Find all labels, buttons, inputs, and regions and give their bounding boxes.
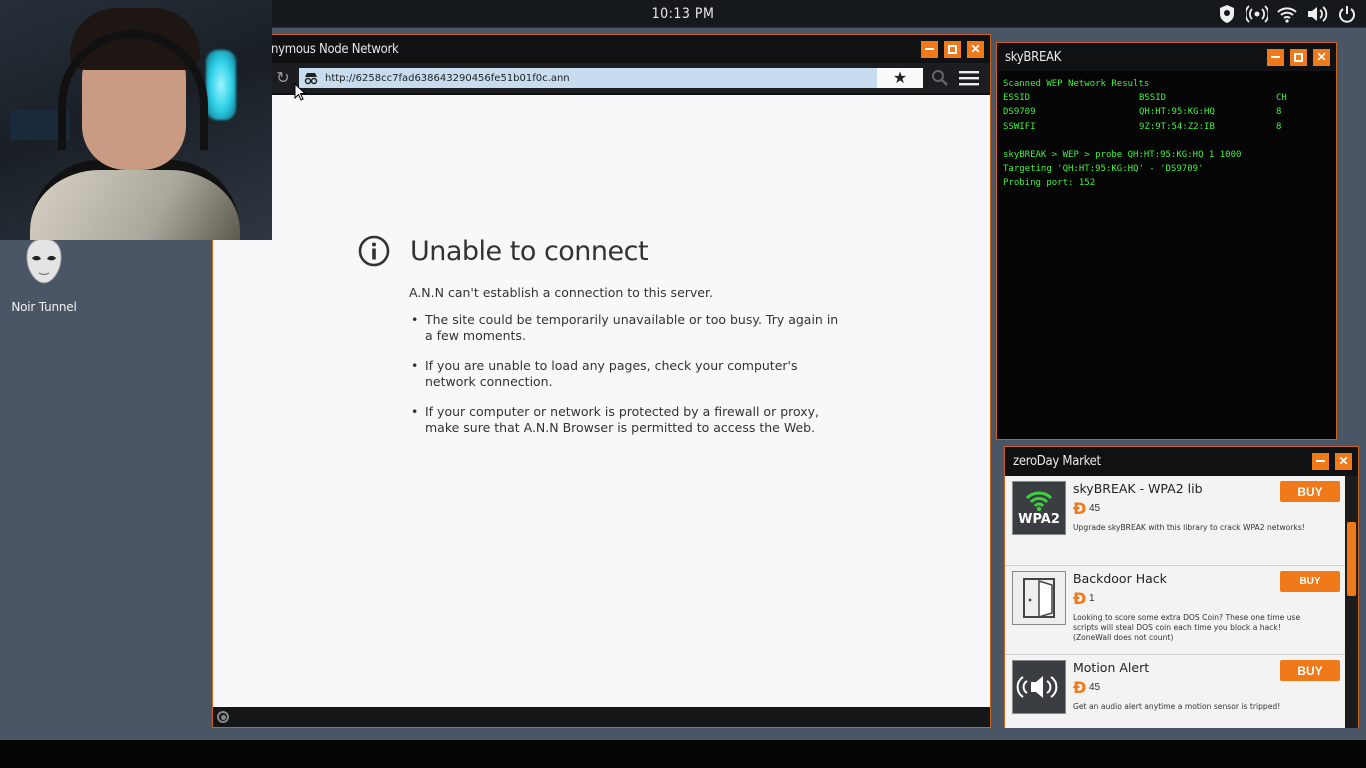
door-icon xyxy=(1012,570,1066,625)
system-tray xyxy=(1216,3,1358,25)
power-icon[interactable] xyxy=(1336,3,1358,25)
dos-coin-icon: Ð xyxy=(1073,499,1087,518)
error-bullet: If you are unable to load any pages, che… xyxy=(409,358,849,389)
item-icon-text: WPA2 xyxy=(1018,511,1060,527)
market-item: Motion Alert Ð 45 Get an audio alert anyt… xyxy=(1005,655,1346,728)
row-ch: 8 xyxy=(1276,107,1282,118)
error-list: The site could be temporarily unavailabl… xyxy=(409,312,858,435)
maximize-button[interactable] xyxy=(1290,48,1307,66)
skybreak-title: skyBREAK xyxy=(1005,49,1062,65)
speaker-icon xyxy=(1012,660,1066,714)
close-button[interactable]: ✕ xyxy=(1313,48,1330,66)
dos-coin-icon: Ð xyxy=(1073,588,1087,608)
mouse-cursor-icon xyxy=(294,83,306,101)
dos-coin-icon: Ð xyxy=(1073,678,1087,697)
error-title: Unable to connect xyxy=(410,235,649,267)
minimize-icon xyxy=(925,48,934,50)
close-icon: ✕ xyxy=(1338,454,1349,468)
close-button[interactable]: ✕ xyxy=(1335,452,1352,470)
market-item: Backdoor Hack Ð1 Looking to score some e… xyxy=(1005,566,1346,655)
close-button[interactable]: ✕ xyxy=(967,40,984,58)
terminal-row: DS9709 QH:HT:95:KG:HQ 8 xyxy=(1003,105,1330,119)
row-essid: DS9709 xyxy=(1003,107,1036,118)
minimize-icon xyxy=(1271,56,1280,58)
volume-icon[interactable] xyxy=(1306,3,1328,25)
minimize-button[interactable] xyxy=(921,40,938,58)
zeroday-market-window: zeroDay Market ✕ WPA2 skyBREAK - WPA2 li… xyxy=(1004,446,1359,728)
reload-icon: ↻ xyxy=(276,70,290,87)
bookmark-button[interactable]: ★ xyxy=(877,68,923,88)
browser-statusbar xyxy=(213,707,990,727)
item-price: 1 xyxy=(1089,592,1095,604)
close-icon: ✕ xyxy=(970,42,981,56)
terminal-line: Targeting 'QH:HT:95:KG:HQ' - 'DS9709' xyxy=(1003,164,1204,175)
url-text: http://6258cc7fad638643290456fe51b01f0c.… xyxy=(325,72,570,84)
item-price: 45 xyxy=(1089,682,1101,693)
webcam-overlay xyxy=(0,0,272,240)
url-input[interactable]: http://6258cc7fad638643290456fe51b01f0c.… xyxy=(299,68,877,88)
browser-titlebar[interactable]: nymous Node Network ✕ xyxy=(213,35,990,63)
error-panel: Unable to connect A.N.N can't establish … xyxy=(358,235,858,450)
info-icon xyxy=(358,235,390,267)
browser-window: nymous Node Network ✕ ↻ http://6258cc7fa… xyxy=(212,34,991,728)
close-icon: ✕ xyxy=(1316,50,1327,64)
search-icon[interactable] xyxy=(931,69,949,87)
address-bar: ↻ http://6258cc7fad638643290456fe51b01f0… xyxy=(213,63,990,93)
col-bssid: BSSID xyxy=(1139,93,1167,104)
market-titlebar[interactable]: zeroDay Market ✕ xyxy=(1005,447,1358,475)
maximize-button[interactable] xyxy=(944,40,961,58)
desktop-icon-label: Noir Tunnel xyxy=(11,300,77,314)
terminal-output[interactable]: Scanned WEP Network Results ESSID BSSID … xyxy=(997,71,1336,196)
skybreak-window: skyBREAK ✕ Scanned WEP Network Results E… xyxy=(996,42,1337,440)
status-indicator-icon xyxy=(217,711,229,723)
desktop-icon-noir-tunnel[interactable]: Noir Tunnel xyxy=(8,238,80,314)
item-description: Get an audio alert anytime a motion sens… xyxy=(1073,702,1281,711)
minimize-icon xyxy=(1316,460,1325,462)
buy-button[interactable]: BUY xyxy=(1280,570,1340,592)
row-essid: SSWIFI xyxy=(1003,121,1036,132)
error-lead: A.N.N can't establish a connection to th… xyxy=(409,285,713,300)
col-ch: CH xyxy=(1276,93,1287,104)
terminal-columns: ESSID BSSID CH xyxy=(1003,91,1330,105)
scroll-thumb[interactable] xyxy=(1347,522,1356,596)
minimize-button[interactable] xyxy=(1267,48,1284,66)
buy-button[interactable]: BUY xyxy=(1280,481,1340,502)
browser-page: Unable to connect A.N.N can't establish … xyxy=(213,95,990,707)
bottom-strip xyxy=(0,740,1366,768)
col-essid: ESSID xyxy=(1003,93,1031,104)
skybreak-titlebar[interactable]: skyBREAK ✕ xyxy=(997,43,1336,71)
market-title: zeroDay Market xyxy=(1013,453,1101,469)
mask-icon xyxy=(25,238,63,284)
error-bullet: If your computer or network is protected… xyxy=(409,404,849,435)
row-ch: 8 xyxy=(1276,121,1282,132)
browser-title: nymous Node Network xyxy=(271,41,399,57)
item-description: Looking to score some extra DOS Coin? Th… xyxy=(1073,612,1301,642)
item-description: Upgrade skyBREAK with this library to cr… xyxy=(1073,523,1305,532)
item-price: 45 xyxy=(1089,503,1101,514)
wpa2-wifi-icon: WPA2 xyxy=(1012,481,1066,535)
row-bssid: QH:HT:95:KG:HQ xyxy=(1139,107,1215,118)
wifi-icon[interactable] xyxy=(1276,3,1298,25)
buy-button[interactable]: BUY xyxy=(1280,660,1340,681)
row-bssid: 9Z:9T:54:Z2:IB xyxy=(1139,121,1215,132)
terminal-line: Probing port: 152 xyxy=(1003,178,1096,189)
market-list: WPA2 skyBREAK - WPA2 lib Ð 45 Upgrade sky… xyxy=(1005,476,1346,728)
terminal-row: SSWIFI 9Z:9T:54:Z2:IB 8 xyxy=(1003,120,1330,134)
broadcast-icon[interactable] xyxy=(1246,3,1268,25)
terminal-heading: Scanned WEP Network Results xyxy=(1003,79,1150,89)
menu-icon[interactable] xyxy=(959,70,979,86)
maximize-icon xyxy=(948,44,957,54)
market-item: WPA2 skyBREAK - WPA2 lib Ð 45 Upgrade sky… xyxy=(1005,476,1346,566)
minimize-button[interactable] xyxy=(1312,452,1329,470)
error-bullet: The site could be temporarily unavailabl… xyxy=(409,312,849,343)
market-scrollbar[interactable] xyxy=(1345,476,1358,728)
reload-button[interactable]: ↻ xyxy=(273,68,293,88)
shield-icon[interactable] xyxy=(1216,3,1238,25)
maximize-icon xyxy=(1294,52,1303,62)
star-icon: ★ xyxy=(892,70,908,87)
terminal-line: skyBREAK > WEP > probe QH:HT:95:KG:HQ 1 … xyxy=(1003,149,1242,160)
